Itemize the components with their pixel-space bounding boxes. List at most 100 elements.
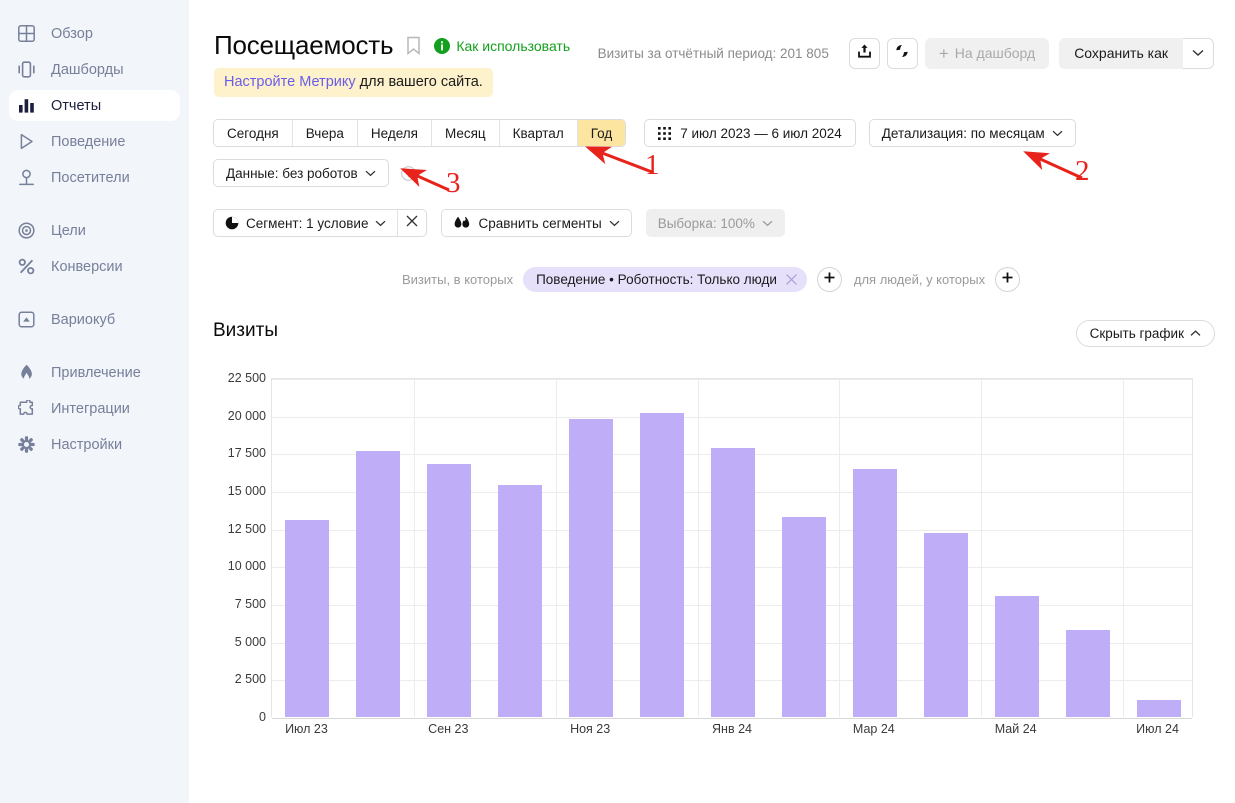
robots-row: Данные: без роботов ?: [213, 159, 416, 187]
period-button-3[interactable]: Неделя: [357, 120, 432, 146]
chart-bar[interactable]: [285, 519, 330, 717]
sidebar-item-5[interactable]: Посетители: [9, 162, 180, 193]
compare-segments-dropdown[interactable]: Сравнить сегменты: [441, 209, 632, 237]
chart-bar[interactable]: [994, 596, 1039, 717]
chart-bar[interactable]: [923, 533, 968, 717]
period-button-4[interactable]: Месяц: [431, 120, 500, 146]
y-gridline: [272, 379, 1192, 380]
setup-metrica-link[interactable]: Настройте Метрику: [224, 74, 356, 90]
y-axis-tick-label: 5 000: [234, 634, 266, 649]
chart-bar[interactable]: [356, 451, 401, 717]
sidebar-item-label: Привлечение: [51, 364, 141, 381]
add-filter-button-1[interactable]: [816, 267, 842, 292]
chart-title: Визиты: [213, 320, 278, 341]
chart-bar[interactable]: [640, 413, 685, 717]
period-button-5[interactable]: Квартал: [499, 120, 578, 146]
filter-prefix-label: Визиты, в которых: [402, 272, 514, 287]
filter-chip[interactable]: Поведение • Роботность: Только люди: [523, 267, 807, 292]
period-button-6[interactable]: Год: [577, 120, 626, 146]
grid-icon: [18, 25, 40, 43]
visits-bar-chart: 0 2 500 5 000 7 500 10 000 12 500 15 000 17 500…: [213, 365, 1218, 750]
chevron-down-icon: [762, 220, 773, 227]
y-axis-tick-label: 0: [259, 710, 266, 724]
chevron-down-icon: [1052, 130, 1063, 137]
plus-circle-icon: [1001, 271, 1014, 289]
chart-bar[interactable]: [569, 419, 614, 717]
sidebar-item-1[interactable]: Обзор: [9, 18, 180, 49]
sidebar-item-6[interactable]: Цели: [9, 215, 180, 246]
chart-bar[interactable]: [498, 484, 543, 717]
chart-bar[interactable]: [852, 469, 897, 717]
export-upload-icon: [857, 43, 872, 64]
chart-bar[interactable]: [427, 463, 472, 717]
add-to-dashboard-button[interactable]: + На дашборд: [924, 37, 1050, 69]
sidebar-item-label: Отчеты: [51, 97, 102, 114]
variocube-icon: [18, 311, 40, 329]
sidebar-item-9[interactable]: Привлечение: [9, 357, 180, 388]
header-tools: Визиты за отчётный период: 201 805 + На …: [598, 36, 1214, 70]
sample-label: Выборка: 100%: [657, 215, 755, 231]
x-axis-tick-label: Мар 24: [852, 722, 895, 736]
sidebar: Обзор Дашборды Отчеты Поведение Посетители Це…: [0, 0, 189, 803]
date-range-label: 7 июл 2023 — 6 июл 2024: [680, 125, 842, 141]
add-filter-button-2[interactable]: [995, 267, 1021, 292]
compare-drops-icon: [453, 216, 471, 230]
percent-icon: [18, 258, 40, 276]
hide-chart-label: Скрыть график: [1089, 326, 1184, 341]
period-button-1[interactable]: Сегодня: [214, 120, 293, 146]
x-gridline: [555, 379, 557, 717]
sidebar-item-3[interactable]: Отчеты: [9, 90, 180, 121]
bookmark-icon[interactable]: [406, 36, 421, 55]
y-axis-tick-label: 12 500: [227, 521, 266, 536]
sidebar-item-label: Дашборды: [51, 61, 124, 78]
share-button[interactable]: [886, 37, 918, 69]
sidebar-item-7[interactable]: Конверсии: [9, 251, 180, 282]
y-axis-tick-label: 15 000: [227, 484, 266, 498]
x-axis-tick-label: Янв 24: [712, 722, 752, 736]
chevron-up-icon: [1190, 330, 1201, 337]
robots-data-dropdown[interactable]: Данные: без роботов: [213, 159, 389, 187]
question-circle-icon[interactable]: ?: [400, 165, 416, 181]
y-axis-tick-label: 7 500: [234, 597, 266, 611]
info-icon: [434, 37, 451, 54]
chart-bar[interactable]: [711, 448, 755, 717]
play-icon: [18, 133, 40, 151]
robots-data-label: Данные: без роботов: [226, 165, 358, 181]
chart-plot-area: [271, 378, 1193, 719]
y-axis-tick-label: 2 500: [234, 672, 266, 687]
x-gridline: [413, 379, 415, 717]
title-row: Посещаемость Как использовать: [214, 30, 570, 61]
segment-box: Сегмент: 1 условие: [213, 209, 428, 237]
filter-row: Визиты, в которых Поведение • Роботность…: [402, 267, 1021, 292]
save-as-dropdown-button[interactable]: [1183, 37, 1214, 69]
visits-total-label: Визиты за отчётный период: 201 805: [597, 45, 829, 61]
x-gridline: [697, 379, 699, 717]
chart-bar[interactable]: [781, 517, 826, 717]
how-to-use-link[interactable]: Как использовать: [434, 37, 571, 54]
y-axis-tick-label: 10 000: [227, 559, 266, 574]
sidebar-item-label: Конверсии: [51, 258, 123, 275]
sidebar-item-10[interactable]: Интеграции: [9, 393, 180, 424]
close-x-icon[interactable]: [785, 273, 798, 286]
sidebar-item-11[interactable]: Настройки: [9, 429, 180, 460]
segment-remove-button[interactable]: [397, 210, 426, 236]
sample-dropdown[interactable]: Выборка: 100%: [645, 209, 785, 237]
export-button[interactable]: [848, 37, 880, 69]
filter-chip-label: Поведение • Роботность: Только люди: [536, 272, 777, 287]
chart-bar[interactable]: [1065, 629, 1110, 717]
sidebar-item-2[interactable]: Дашборды: [9, 54, 180, 85]
y-gridline: [272, 416, 1192, 418]
sidebar-item-4[interactable]: Поведение: [9, 126, 180, 157]
chart-bar[interactable]: [1136, 700, 1181, 717]
date-range-picker[interactable]: 7 июл 2023 — 6 июл 2024: [644, 119, 856, 147]
save-as-button[interactable]: Сохранить как: [1059, 37, 1183, 69]
segment-dropdown[interactable]: Сегмент: 1 условие: [214, 210, 397, 236]
detalization-dropdown[interactable]: Детализация: по месяцам: [868, 119, 1076, 147]
period-button-2[interactable]: Вчера: [292, 120, 358, 146]
chevron-down-icon: [375, 220, 386, 227]
how-to-use-label: Как использовать: [456, 37, 571, 54]
flame-icon: [18, 364, 40, 382]
setup-notice: Настройте Метрику для вашего сайта.: [214, 68, 493, 97]
hide-chart-button[interactable]: Скрыть график: [1075, 320, 1215, 347]
sidebar-item-8[interactable]: Вариокуб: [9, 304, 180, 335]
